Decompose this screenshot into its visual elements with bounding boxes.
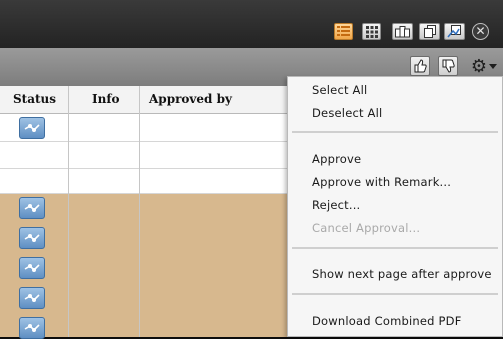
workflow-status-icon <box>24 264 40 272</box>
menu-item-approve[interactable]: Approve <box>312 152 361 166</box>
approve-thumbs-up-icon <box>414 59 427 73</box>
menu-item-reject[interactable]: Reject... <box>312 198 360 212</box>
side-by-side-view-icon <box>395 25 410 37</box>
list-view-icon <box>337 26 350 36</box>
stacked-view-button[interactable] <box>419 23 440 40</box>
close-button[interactable]: ✕ <box>472 23 489 40</box>
menu-separator <box>292 247 498 249</box>
column-header-approved-by[interactable]: Approved by <box>149 86 232 113</box>
table-row-status-icon[interactable] <box>19 317 45 339</box>
menu-item-deselect-all[interactable]: Deselect All <box>312 106 382 120</box>
settings-button[interactable]: ⚙ <box>468 55 490 77</box>
workflow-status-icon <box>24 234 40 242</box>
column-header-info[interactable]: Info <box>92 86 120 113</box>
menu-item-download-combined-pdf[interactable]: Download Combined PDF <box>312 314 462 328</box>
menu-item-show-next-page[interactable]: Show next page after approve <box>312 267 492 281</box>
reject-button[interactable] <box>438 56 458 76</box>
workflow-status-icon <box>24 294 40 302</box>
approve-button[interactable] <box>410 56 430 76</box>
workflow-status-icon <box>24 324 40 332</box>
column-divider <box>68 86 69 337</box>
reject-thumbs-down-icon <box>442 59 455 73</box>
close-icon: ✕ <box>475 24 486 38</box>
menu-separator <box>292 293 498 295</box>
settings-dropdown-menu: Select All Deselect All Approve Approve … <box>287 76 503 337</box>
column-divider <box>139 86 140 337</box>
column-header-status[interactable]: Status <box>13 86 56 113</box>
grid-view-button[interactable] <box>362 23 381 40</box>
grid-view-icon <box>365 25 378 38</box>
table-row-status-icon[interactable] <box>19 117 45 139</box>
table-row-status-icon[interactable] <box>19 257 45 279</box>
table-row-status-icon[interactable] <box>19 227 45 249</box>
compare-view-button[interactable] <box>444 23 465 40</box>
menu-separator <box>292 131 498 133</box>
menu-item-approve-with-remark[interactable]: Approve with Remark... <box>312 175 451 189</box>
compare-view-icon <box>447 25 461 38</box>
workflow-status-icon <box>24 124 40 132</box>
side-by-side-view-button[interactable] <box>392 23 413 40</box>
table-row-status-icon[interactable] <box>19 287 45 309</box>
list-view-button[interactable] <box>334 23 353 40</box>
stacked-view-icon <box>423 25 436 38</box>
settings-gear-icon: ⚙ <box>470 55 488 77</box>
chevron-down-icon <box>489 64 497 69</box>
menu-item-select-all[interactable]: Select All <box>312 83 367 97</box>
workflow-status-icon <box>24 204 40 212</box>
table-row-status-icon[interactable] <box>19 197 45 219</box>
menu-item-cancel-approval: Cancel Approval... <box>312 221 421 235</box>
